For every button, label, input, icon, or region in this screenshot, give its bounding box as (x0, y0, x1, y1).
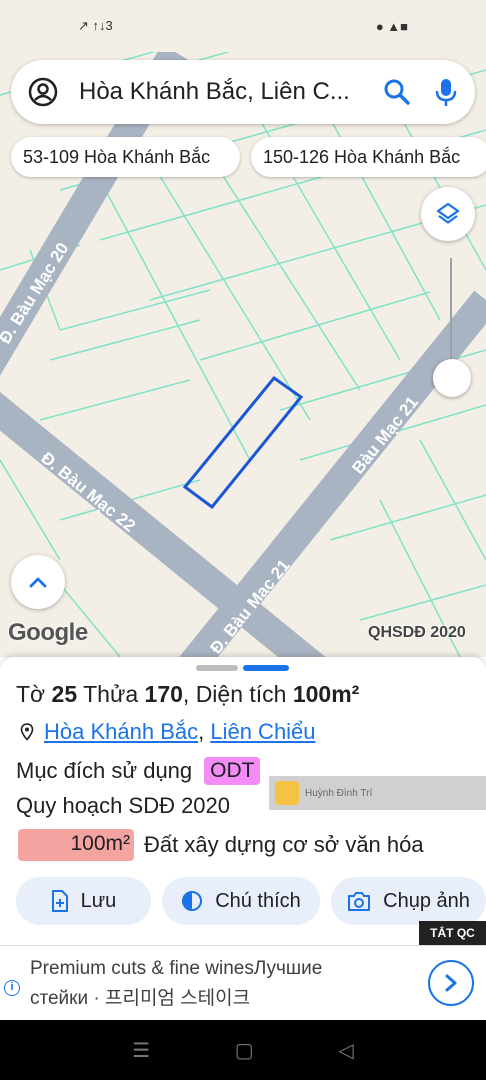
save-button[interactable]: Lưu (16, 877, 151, 925)
home-icon[interactable]: ▢ (235, 1038, 254, 1063)
legend-button[interactable]: Chú thích (162, 877, 320, 925)
layers-button[interactable] (421, 187, 475, 241)
account-icon[interactable] (27, 76, 59, 108)
parcel-summary: Tờ 25 Thửa 170, Diện tích 100m² (16, 681, 360, 707)
watermark-logo-icon (275, 781, 299, 805)
legend-contrast-icon (182, 891, 203, 911)
purpose-code-badge: ODT (204, 757, 261, 785)
photo-button[interactable]: Chụp ảnh (331, 877, 486, 925)
status-right: ● ▲■ (376, 19, 408, 34)
plan-zone: 100m² Đất xây dựng cơ sở văn hóa (18, 829, 424, 861)
status-left: ↗ ↑↓3 (78, 18, 113, 34)
legend-label: Chú thích (215, 889, 301, 912)
chevron-up-icon (29, 577, 47, 588)
photo-label: Chụp ảnh (383, 889, 470, 912)
street-label-bau-mac-22: Đ. Bàu Mạc 22 (37, 448, 139, 535)
overlay-label: QHSDĐ 2020 (368, 624, 466, 641)
location-pin-icon (20, 723, 34, 741)
sheet-handle-active[interactable] (243, 665, 289, 671)
area-label: Diện tích (195, 681, 287, 707)
purpose-label: Mục đích sử dụng (16, 758, 193, 783)
chevron-right-icon (445, 974, 457, 992)
status-right-icons: ● ▲■ (375, 18, 408, 34)
plan-zone-text: Đất xây dựng cơ sở văn hóa (144, 832, 424, 857)
to-label: Tờ (16, 681, 46, 707)
system-nav-bar: ☰ ▢ ◁ (0, 1020, 486, 1080)
watermark-name: Huỳnh Đình Trí (305, 787, 373, 799)
search-input[interactable]: Hòa Khánh Bắc, Liên C... (79, 78, 373, 106)
back-icon[interactable]: ◁ (338, 1038, 353, 1063)
ad-line-2: стейки · 프리미엄 스테이크 (30, 988, 251, 1009)
location-line: Hòa Khánh Bắc, Liên Chiểu (20, 719, 316, 745)
ad-text[interactable]: Premium cuts & fine winesЛучшие стейки ·… (30, 954, 390, 1014)
thua-value: 170 (144, 681, 183, 707)
expand-up-button[interactable] (11, 555, 65, 609)
plan-area-badge: 100m² (18, 829, 134, 861)
mic-icon[interactable] (433, 77, 459, 107)
save-file-icon (51, 890, 68, 912)
ward-link[interactable]: Hòa Khánh Bắc (44, 719, 198, 745)
address-chip-1[interactable]: 53-109 Hòa Khánh Bắc (11, 137, 240, 177)
ad-info-icon[interactable]: i (4, 980, 20, 996)
plan-label: Quy hoạch SDĐ 2020 (16, 793, 231, 818)
ad-open-button[interactable] (428, 960, 474, 1006)
land-use-purpose: Mục đích sử dụng ODT (16, 757, 261, 785)
search-icon[interactable] (383, 78, 411, 106)
address-chip-2[interactable]: 150-126 Hòa Khánh Bắc (251, 137, 486, 177)
status-left-icons: ↗ ↑↓3 (78, 18, 113, 33)
save-label: Lưu (80, 889, 117, 912)
google-logo: Google (8, 619, 88, 646)
ad-banner[interactable]: i Premium cuts & fine winesЛучшие стейки… (0, 945, 486, 1020)
district-link[interactable]: Liên Chiểu (210, 719, 315, 745)
to-value: 25 (51, 681, 78, 707)
camera-icon (348, 892, 371, 911)
opacity-slider-thumb[interactable] (433, 359, 471, 397)
thua-label: Thửa (83, 681, 139, 707)
ad-line-1: Premium cuts & fine winesЛучшие (30, 958, 323, 979)
area-value: 100m² (292, 681, 360, 707)
selected-parcel[interactable] (182, 375, 304, 510)
search-bar[interactable]: Hòa Khánh Bắc, Liên C... (11, 60, 475, 124)
recent-apps-icon[interactable]: ☰ (132, 1038, 150, 1063)
sheet-handle[interactable] (196, 665, 238, 671)
layers-icon (436, 202, 460, 224)
close-ad-button[interactable]: TẮT QC (419, 921, 486, 945)
user-watermark: Huỳnh Đình Trí (269, 776, 486, 810)
status-bar: ↗ ↑↓3 ● ▲■ (0, 0, 486, 52)
street-label-bau-mac-20: Đ. Bàu Mạc 20 (0, 239, 72, 347)
